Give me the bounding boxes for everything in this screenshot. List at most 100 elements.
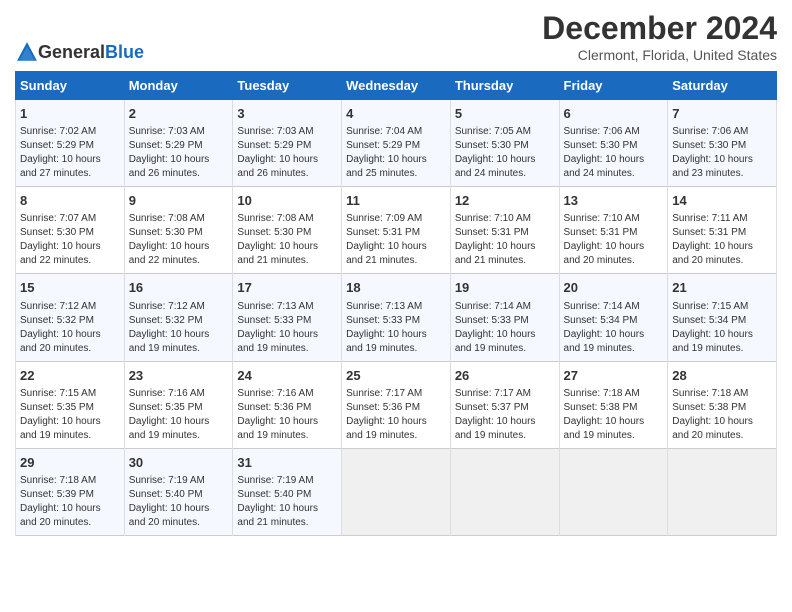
sunrise: Sunrise: 7:14 AM <box>455 301 531 312</box>
calendar-week-1: 1Sunrise: 7:02 AMSunset: 5:29 PMDaylight… <box>16 100 777 187</box>
daylight: Daylight: 10 hours and 24 minutes. <box>564 154 645 179</box>
calendar-cell <box>450 448 559 535</box>
daylight: Daylight: 10 hours and 21 minutes. <box>346 241 427 266</box>
day-number: 2 <box>129 105 229 123</box>
header-sunday: Sunday <box>16 72 125 100</box>
sunrise: Sunrise: 7:11 AM <box>672 213 747 224</box>
daylight: Daylight: 10 hours and 19 minutes. <box>455 329 536 354</box>
day-number: 21 <box>672 279 772 297</box>
day-number: 7 <box>672 105 772 123</box>
sunset: Sunset: 5:40 PM <box>237 489 311 500</box>
day-number: 20 <box>564 279 664 297</box>
calendar-cell: 5Sunrise: 7:05 AMSunset: 5:30 PMDaylight… <box>450 100 559 187</box>
daylight: Daylight: 10 hours and 19 minutes. <box>564 329 645 354</box>
daylight: Daylight: 10 hours and 19 minutes. <box>237 416 318 441</box>
sunset: Sunset: 5:32 PM <box>129 315 203 326</box>
sunrise: Sunrise: 7:14 AM <box>564 301 640 312</box>
daylight: Daylight: 10 hours and 19 minutes. <box>672 329 753 354</box>
sunrise: Sunrise: 7:12 AM <box>129 301 205 312</box>
sunset: Sunset: 5:31 PM <box>346 227 420 238</box>
day-number: 6 <box>564 105 664 123</box>
daylight: Daylight: 10 hours and 19 minutes. <box>129 329 210 354</box>
daylight: Daylight: 10 hours and 19 minutes. <box>564 416 645 441</box>
sunrise: Sunrise: 7:18 AM <box>672 388 748 399</box>
day-number: 24 <box>237 367 337 385</box>
sunrise: Sunrise: 7:18 AM <box>564 388 640 399</box>
sunrise: Sunrise: 7:05 AM <box>455 126 531 137</box>
sunrise: Sunrise: 7:13 AM <box>346 301 422 312</box>
daylight: Daylight: 10 hours and 19 minutes. <box>346 416 427 441</box>
daylight: Daylight: 10 hours and 25 minutes. <box>346 154 427 179</box>
sunset: Sunset: 5:35 PM <box>129 402 203 413</box>
day-number: 9 <box>129 192 229 210</box>
day-number: 4 <box>346 105 446 123</box>
calendar-cell: 28 Sunrise: 7:18 AM Sunset: 5:38 PM Dayligh… <box>668 361 777 448</box>
daylight: Daylight: 10 hours and 26 minutes. <box>129 154 210 179</box>
sunrise: Sunrise: 7:04 AM <box>346 126 422 137</box>
day-number: 23 <box>129 367 229 385</box>
calendar-week-5: 29Sunrise: 7:18 AMSunset: 5:39 PMDayligh… <box>16 448 777 535</box>
logo-blue: Blue <box>105 42 144 62</box>
day-number: 31 <box>237 454 337 472</box>
sunrise: Sunrise: 7:09 AM <box>346 213 422 224</box>
calendar-cell: 13Sunrise: 7:10 AMSunset: 5:31 PMDayligh… <box>559 187 668 274</box>
calendar-cell: 21Sunrise: 7:15 AMSunset: 5:34 PMDayligh… <box>668 274 777 361</box>
calendar-table: Sunday Monday Tuesday Wednesday Thursday… <box>15 71 777 536</box>
sunrise: Sunrise: 7:15 AM <box>20 388 96 399</box>
calendar-cell: 8Sunrise: 7:07 AMSunset: 5:30 PMDaylight… <box>16 187 125 274</box>
day-number: 3 <box>237 105 337 123</box>
day-number: 19 <box>455 279 555 297</box>
sunrise: Sunrise: 7:02 AM <box>20 126 96 137</box>
daylight: Daylight: 10 hours and 23 minutes. <box>672 154 753 179</box>
sunset: Sunset: 5:34 PM <box>672 315 746 326</box>
sunrise: Sunrise: 7:18 AM <box>20 475 96 486</box>
calendar-cell: 7Sunrise: 7:06 AMSunset: 5:30 PMDaylight… <box>668 100 777 187</box>
calendar-cell: 31Sunrise: 7:19 AMSunset: 5:40 PMDayligh… <box>233 448 342 535</box>
daylight: Daylight: 10 hours and 19 minutes. <box>455 416 536 441</box>
sunset: Sunset: 5:31 PM <box>564 227 638 238</box>
day-number: 25 <box>346 367 446 385</box>
sunrise: Sunrise: 7:08 AM <box>237 213 313 224</box>
day-number: 30 <box>129 454 229 472</box>
sunset: Sunset: 5:36 PM <box>237 402 311 413</box>
daylight: Daylight: 10 hours and 20 minutes. <box>672 241 753 266</box>
day-number: 17 <box>237 279 337 297</box>
sunrise: Sunrise: 7:19 AM <box>129 475 205 486</box>
header-saturday: Saturday <box>668 72 777 100</box>
calendar-cell: 30 Sunrise: 7:19 AM Sunset: 5:40 PM Dayligh… <box>124 448 233 535</box>
title-area: December 2024 Clermont, Florida, United … <box>542 10 777 63</box>
daylight: Daylight: 10 hours and 20 minutes. <box>672 416 753 441</box>
header-friday: Friday <box>559 72 668 100</box>
day-number: 8 <box>20 192 120 210</box>
logo-general: General <box>38 42 105 62</box>
daylight: Daylight: 10 hours and 20 minutes. <box>20 503 101 528</box>
sunset: Sunset: 5:29 PM <box>346 140 420 151</box>
daylight: Daylight: 10 hours and 19 minutes. <box>346 329 427 354</box>
sunset: Sunset: 5:38 PM <box>672 402 746 413</box>
calendar-cell: 18Sunrise: 7:13 AMSunset: 5:33 PMDayligh… <box>342 274 451 361</box>
calendar-cell: 9Sunrise: 7:08 AMSunset: 5:30 PMDaylight… <box>124 187 233 274</box>
calendar-cell: 24 Sunrise: 7:16 AM Sunset: 5:36 PM Dayligh… <box>233 361 342 448</box>
day-number: 14 <box>672 192 772 210</box>
daylight: Daylight: 10 hours and 20 minutes. <box>129 503 210 528</box>
day-number: 29 <box>20 454 120 472</box>
sunset: Sunset: 5:33 PM <box>346 315 420 326</box>
calendar-cell: 27Sunrise: 7:18 AMSunset: 5:38 PMDayligh… <box>559 361 668 448</box>
sunset: Sunset: 5:40 PM <box>129 489 203 500</box>
sunrise: Sunrise: 7:13 AM <box>237 301 313 312</box>
sunset: Sunset: 5:30 PM <box>237 227 311 238</box>
day-number: 28 <box>672 367 772 385</box>
sunset: Sunset: 5:35 PM <box>20 402 94 413</box>
day-number: 15 <box>20 279 120 297</box>
calendar-cell: 15Sunrise: 7:12 AMSunset: 5:32 PMDayligh… <box>16 274 125 361</box>
sunset: Sunset: 5:29 PM <box>20 140 94 151</box>
location: Clermont, Florida, United States <box>542 47 777 63</box>
sunset: Sunset: 5:36 PM <box>346 402 420 413</box>
day-number: 27 <box>564 367 664 385</box>
logo-text: GeneralBlue <box>38 42 144 63</box>
daylight: Daylight: 10 hours and 20 minutes. <box>20 329 101 354</box>
daylight: Daylight: 10 hours and 19 minutes. <box>129 416 210 441</box>
sunrise: Sunrise: 7:16 AM <box>237 388 313 399</box>
calendar-cell: 1Sunrise: 7:02 AMSunset: 5:29 PMDaylight… <box>16 100 125 187</box>
day-number: 22 <box>20 367 120 385</box>
